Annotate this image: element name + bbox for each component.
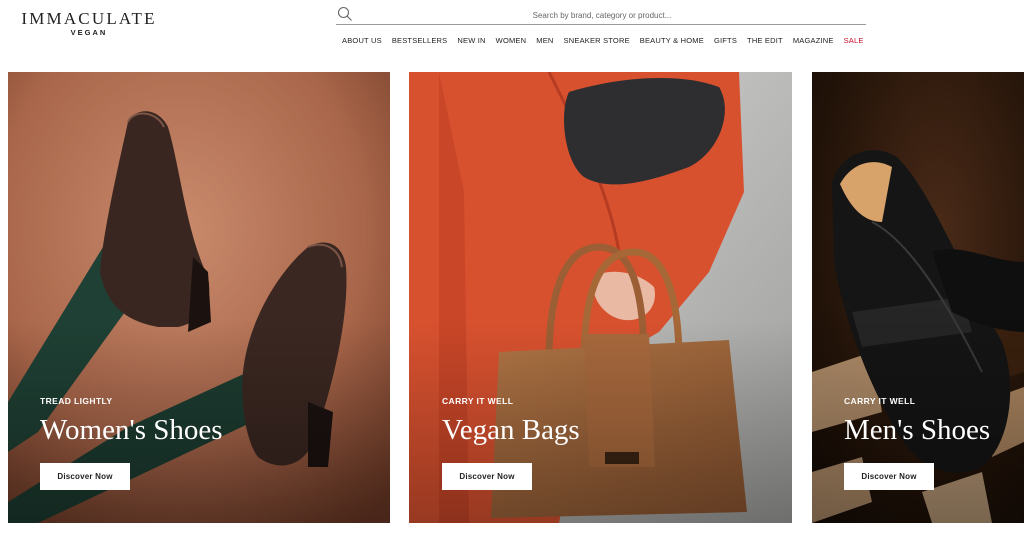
main-nav: ABOUT US BESTSELLERS NEW IN WOMEN MEN SN… bbox=[342, 36, 864, 48]
nav-the-edit[interactable]: THE EDIT bbox=[747, 36, 783, 48]
discover-now-button[interactable]: Discover Now bbox=[40, 463, 130, 490]
card-title[interactable]: Vegan Bags bbox=[442, 414, 580, 447]
promo-card-womens-shoes[interactable]: TREAD LIGHTLY Women's Shoes Discover Now bbox=[8, 72, 390, 523]
discover-now-button[interactable]: Discover Now bbox=[844, 463, 934, 490]
nav-beauty-home[interactable]: BEAUTY & HOME bbox=[640, 36, 704, 48]
card-title[interactable]: Men's Shoes bbox=[844, 414, 990, 447]
card-eyebrow: TREAD LIGHTLY bbox=[40, 396, 113, 406]
nav-sneaker-store[interactable]: SNEAKER STORE bbox=[564, 36, 630, 48]
vegan-bags-image bbox=[409, 72, 792, 523]
mens-shoes-image bbox=[812, 72, 1024, 523]
card-eyebrow: CARRY IT WELL bbox=[844, 396, 916, 406]
card-title[interactable]: Women's Shoes bbox=[40, 414, 223, 447]
nav-sale[interactable]: SALE bbox=[844, 36, 864, 48]
nav-women[interactable]: WOMEN bbox=[496, 36, 527, 48]
nav-magazine[interactable]: MAGAZINE bbox=[793, 36, 834, 48]
nav-men[interactable]: MEN bbox=[536, 36, 553, 48]
search-input[interactable] bbox=[360, 5, 844, 25]
brand-logo[interactable]: IMMACULATE VEGAN bbox=[18, 10, 160, 38]
nav-bestsellers[interactable]: BESTSELLERS bbox=[392, 36, 448, 48]
card-eyebrow: CARRY IT WELL bbox=[442, 396, 514, 406]
nav-gifts[interactable]: GIFTS bbox=[714, 36, 737, 48]
brand-tagline: VEGAN bbox=[70, 28, 108, 37]
nav-about-us[interactable]: ABOUT US bbox=[342, 36, 382, 48]
promo-card-mens-shoes[interactable]: CARRY IT WELL Men's Shoes Discover Now bbox=[812, 72, 1024, 523]
brand-name: IMMACULATE bbox=[21, 9, 157, 28]
womens-shoes-image bbox=[8, 72, 390, 523]
site-header: IMMACULATE VEGAN ABOUT US BESTSELLERS NE… bbox=[0, 0, 1024, 72]
search-icon[interactable] bbox=[337, 6, 353, 22]
promo-card-vegan-bags[interactable]: CARRY IT WELL Vegan Bags Discover Now bbox=[409, 72, 792, 523]
search-bar bbox=[336, 4, 866, 25]
discover-now-button[interactable]: Discover Now bbox=[442, 463, 532, 490]
nav-new-in[interactable]: NEW IN bbox=[457, 36, 485, 48]
